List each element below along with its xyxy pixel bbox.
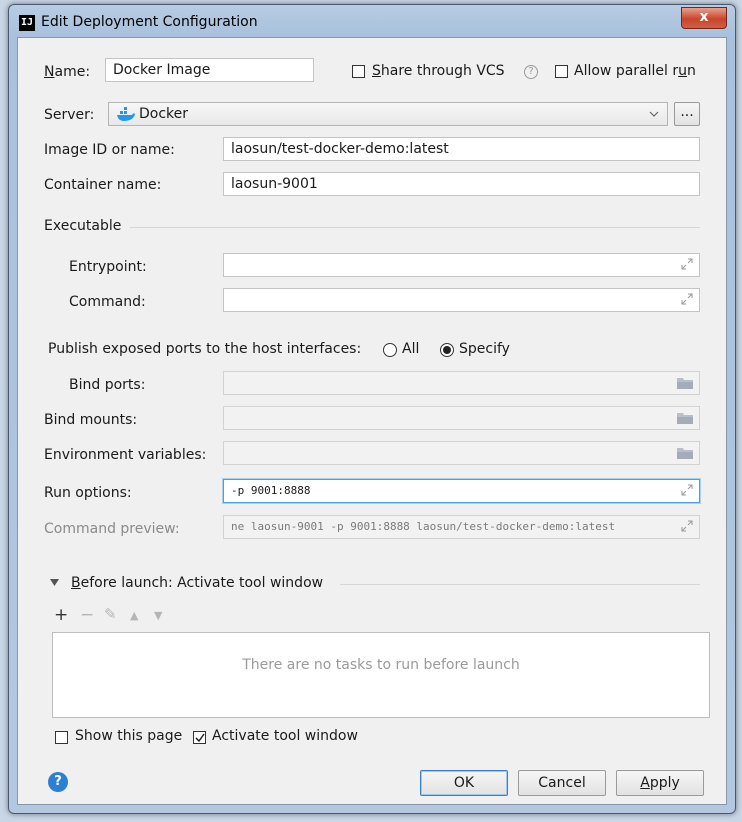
folder-icon[interactable] (677, 447, 693, 459)
env-vars-label: Environment variables: (44, 447, 207, 463)
activate-tool-checkbox[interactable] (193, 731, 206, 744)
allow-parallel-label[interactable]: Allow parallel run (574, 63, 696, 79)
entrypoint-input[interactable] (223, 253, 700, 277)
help-icon[interactable]: ? (48, 772, 68, 792)
run-options-value: -p 9001:8888 (231, 484, 311, 497)
before-launch-tasks-list[interactable]: There are no tasks to run before launch (52, 632, 710, 718)
remove-icon[interactable]: − (80, 606, 94, 624)
image-id-label: Image ID or name: (44, 142, 175, 158)
before-launch-heading[interactable]: Before launch: Activate tool window (71, 575, 323, 591)
docker-icon (117, 107, 135, 121)
add-icon[interactable]: + (54, 606, 68, 624)
help-icon-small[interactable]: ? (524, 65, 538, 79)
checkmark-icon (195, 733, 205, 743)
bind-ports-input[interactable] (223, 371, 700, 395)
move-up-icon[interactable]: ▲ (130, 607, 138, 625)
close-button[interactable]: x (681, 7, 727, 29)
executable-divider (130, 227, 700, 228)
window-title: Edit Deployment Configuration (41, 14, 258, 30)
bind-mounts-input[interactable] (223, 406, 700, 430)
run-options-input[interactable]: -p 9001:8888 (223, 479, 700, 503)
command-preview-field[interactable]: ne laosun-9001 -p 9001:8888 laosun/test-… (223, 515, 700, 539)
share-vcs-checkbox[interactable] (352, 65, 365, 78)
entrypoint-label: Entrypoint: (69, 259, 147, 275)
title-bar[interactable]: IJ Edit Deployment Configuration x (9, 5, 735, 39)
command-label: Command: (69, 294, 146, 310)
run-options-label: Run options: (44, 485, 132, 501)
edit-icon[interactable]: ✎ (104, 605, 117, 623)
folder-icon[interactable] (677, 412, 693, 424)
collapse-triangle-icon[interactable] (50, 579, 59, 586)
ok-button[interactable]: OK (420, 770, 508, 796)
server-more-button[interactable]: ... (674, 102, 700, 126)
allow-parallel-checkbox[interactable] (555, 65, 568, 78)
command-input[interactable] (223, 288, 700, 312)
cancel-button[interactable]: Cancel (518, 770, 606, 796)
empty-tasks-text: There are no tasks to run before launch (242, 657, 520, 673)
name-input[interactable]: Docker Image (105, 58, 314, 82)
container-name-input[interactable]: laosun-9001 (223, 172, 700, 196)
activate-tool-label[interactable]: Activate tool window (212, 728, 358, 744)
expand-icon[interactable] (681, 520, 693, 532)
name-label: Name: (44, 64, 91, 80)
publish-ports-label: Publish exposed ports to the host interf… (48, 341, 362, 357)
publish-specify-radio[interactable] (440, 343, 454, 357)
show-page-label[interactable]: Show this page (75, 728, 182, 744)
move-down-icon[interactable]: ▼ (154, 607, 162, 625)
bind-ports-label: Bind ports: (69, 377, 146, 393)
executable-heading: Executable (44, 218, 122, 234)
apply-button[interactable]: Apply (616, 770, 704, 796)
dialog-content: Name: Docker Image Share through VCS ? A… (17, 37, 727, 805)
server-dropdown[interactable]: Docker (108, 102, 668, 126)
bind-mounts-label: Bind mounts: (44, 412, 138, 428)
chevron-down-icon (649, 111, 659, 117)
expand-icon[interactable] (681, 484, 693, 496)
server-label: Server: (44, 107, 95, 123)
show-page-checkbox[interactable] (55, 731, 68, 744)
env-vars-input[interactable] (223, 441, 700, 465)
intellij-app-icon: IJ (19, 15, 35, 31)
container-name-label: Container name: (44, 177, 162, 193)
share-vcs-label[interactable]: Share through VCS (372, 63, 505, 79)
expand-icon[interactable] (681, 293, 693, 305)
server-value: Docker (139, 106, 189, 122)
publish-all-radio[interactable] (383, 343, 397, 357)
dialog-window: IJ Edit Deployment Configuration x Name:… (8, 4, 736, 814)
publish-all-label[interactable]: All (402, 341, 419, 357)
command-preview-value: ne laosun-9001 -p 9001:8888 laosun/test-… (231, 520, 616, 533)
image-id-input[interactable]: laosun/test-docker-demo:latest (223, 137, 700, 161)
command-preview-label: Command preview: (44, 521, 180, 537)
expand-icon[interactable] (681, 258, 693, 270)
publish-specify-label[interactable]: Specify (459, 341, 510, 357)
folder-icon[interactable] (677, 377, 693, 389)
before-launch-divider (340, 584, 700, 585)
